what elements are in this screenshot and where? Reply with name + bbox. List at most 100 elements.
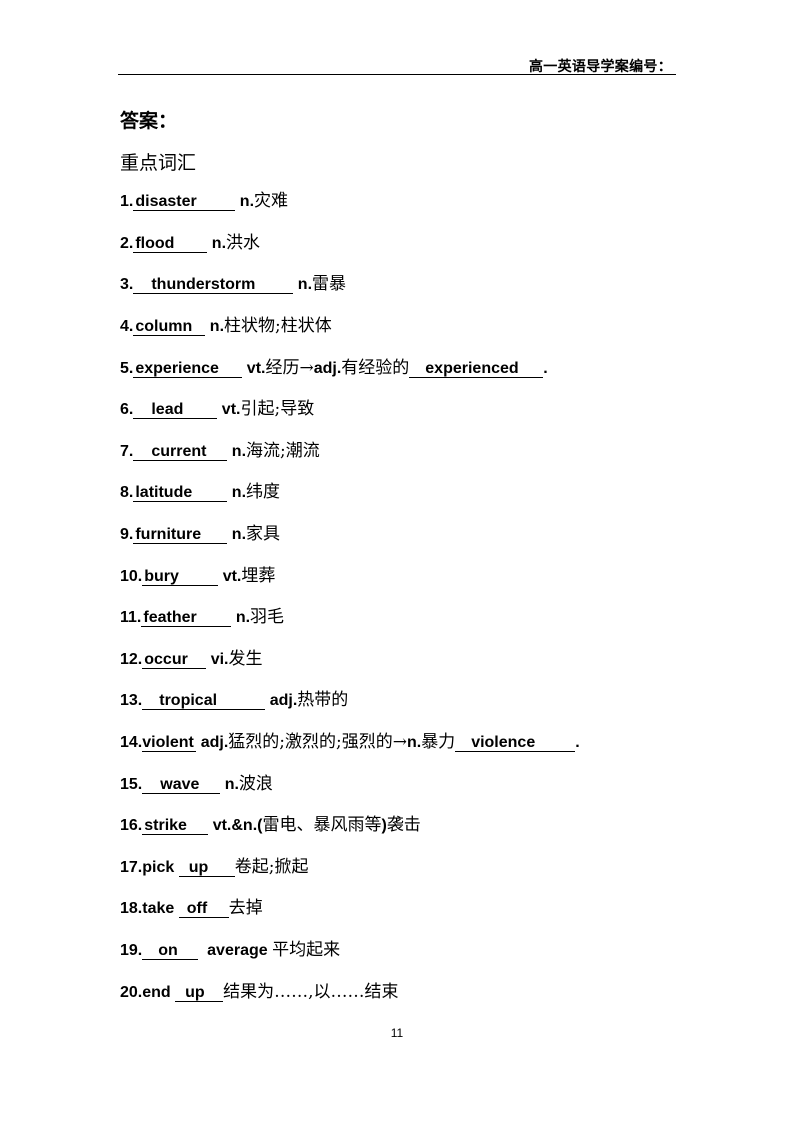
answer-blank: flood — [133, 235, 208, 253]
answer-blank: latitude — [133, 484, 228, 502]
meaning: 家具 — [246, 524, 281, 544]
item-number: 1. — [120, 193, 134, 210]
derived-part-of-speech: n. — [406, 734, 422, 751]
vocab-item: 7. current n.海流;潮流 — [120, 441, 320, 462]
part-of-speech: vt. — [222, 568, 242, 585]
item-number: 19. — [120, 942, 143, 959]
answer-text: off — [186, 900, 208, 917]
item-number: 18. — [120, 900, 143, 917]
header-title: 高一英语导学案编号： — [529, 59, 672, 75]
meaning: 海流;潮流 — [246, 441, 320, 461]
answer-blank: feather — [141, 609, 232, 627]
vocab-heading: 重点词汇 — [120, 152, 197, 174]
meaning: 引起;导致 — [240, 399, 315, 419]
phrase-word: average — [207, 942, 268, 959]
vocab-item: 12. occur vi.发生 — [120, 649, 263, 670]
answers-heading: 答案： — [120, 110, 178, 132]
vocab-item: 6. lead vt.引起;导致 — [120, 399, 314, 420]
item-number: 8. — [120, 484, 134, 501]
vocab-item: 8. latitude n.纬度 — [120, 482, 280, 503]
meaning: 经历→ — [265, 358, 314, 378]
part-of-speech: n. — [297, 276, 313, 293]
meaning: 柱状物;柱状体 — [224, 316, 332, 336]
item-number: 2. — [120, 235, 134, 252]
derived-answer-blank: experienced — [409, 360, 544, 378]
answer-blank: off — [178, 900, 229, 918]
phrase-word: end — [142, 984, 171, 1001]
derived-answer-blank: violence — [455, 734, 576, 752]
meaning: 去掉 — [228, 898, 263, 918]
derived-answer-text: violence — [471, 734, 536, 751]
answer-text: bury — [144, 568, 179, 585]
derived-meaning: 有经验的 — [341, 358, 410, 378]
answer-text: furniture — [135, 526, 202, 543]
part-of-speech: vt. — [221, 401, 241, 418]
answer-text: occur — [144, 651, 188, 668]
vocab-item: 16. strike vt.&n.(雷电、暴风雨等)袭击 — [120, 815, 421, 836]
derived-part-of-speech: adj. — [313, 360, 342, 377]
answer-blank: column — [133, 318, 206, 336]
answer-text: column — [135, 318, 193, 335]
answer-text: latitude — [135, 484, 193, 501]
item-number: 7. — [120, 443, 134, 460]
vocab-item: 13. tropical adj.热带的 — [120, 690, 348, 711]
meaning: 雷电、暴风雨等 — [262, 815, 382, 835]
answer-blank: violent — [142, 734, 197, 752]
phrase-word: pick — [142, 859, 175, 876]
part-of-speech: n. — [231, 484, 247, 501]
vocab-item: 11. feather n.羽毛 — [120, 607, 284, 628]
answer-blank: furniture — [133, 526, 228, 544]
period: . — [543, 360, 548, 377]
part-of-speech: n. — [211, 235, 227, 252]
part-of-speech: n. — [224, 776, 239, 793]
meaning: 羽毛 — [250, 607, 285, 627]
item-number: 14. — [120, 734, 143, 751]
meaning: 雷暴 — [312, 274, 347, 294]
answer-blank: wave — [142, 776, 221, 794]
part-of-speech: adj. — [200, 734, 229, 751]
vocab-item: 20.end up 结果为……,以……结束 — [120, 982, 399, 1003]
answer-blank: lead — [133, 401, 218, 419]
item-number: 11. — [120, 609, 142, 626]
item-number: 16. — [120, 817, 143, 834]
answer-blank: occur — [142, 651, 207, 669]
answer-blank: thunderstorm — [133, 276, 294, 294]
meaning: 结果为……,以……结束 — [223, 982, 399, 1002]
answer-text: tropical — [159, 692, 218, 709]
part-of-speech: vt.&n.( — [212, 817, 263, 834]
item-number: 12. — [120, 651, 143, 668]
answer-blank: on — [142, 942, 199, 960]
item-number: 20. — [120, 984, 143, 1001]
vocab-item: 3. thunderstorm n.雷暴 — [120, 274, 346, 295]
vocab-item: 10. bury vt.埋葬 — [120, 566, 275, 587]
vocab-item: 17.pick up 卷起;掀起 — [120, 857, 308, 878]
part-of-speech: vt. — [246, 360, 266, 377]
vocab-item: 19. on average 平均起来 — [120, 940, 340, 961]
vocab-item: 14.violent adj.猛烈的;激烈的;强烈的→n.暴力 violence. — [120, 732, 580, 753]
answer-text: feather — [143, 609, 197, 626]
page-number: 11 — [390, 1026, 404, 1040]
answer-blank: strike — [142, 817, 209, 835]
meaning: 洪水 — [226, 233, 261, 253]
item-number: 5. — [120, 360, 134, 377]
answer-blank: experience — [133, 360, 243, 378]
meaning: 热带的 — [297, 690, 349, 710]
meaning: 发生 — [228, 649, 263, 669]
vocab-item: 18.take off 去掉 — [120, 898, 263, 919]
answer-text: lead — [151, 401, 184, 418]
part-of-speech: n. — [231, 526, 247, 543]
answer-blank: current — [133, 443, 228, 461]
item-number: 6. — [120, 401, 134, 418]
meaning: 猛烈的;激烈的;强烈的→ — [228, 732, 407, 752]
meaning: 纬度 — [246, 482, 281, 502]
answer-text: disaster — [135, 193, 197, 210]
item-number: 4. — [120, 318, 134, 335]
answer-text: current — [151, 443, 207, 460]
answer-text: strike — [144, 817, 187, 834]
item-number: 17. — [120, 859, 143, 876]
vocab-item: 4. column n.柱状物;柱状体 — [120, 316, 332, 337]
meaning: 袭击 — [386, 815, 421, 835]
answer-text: violent — [142, 734, 194, 751]
period: . — [575, 734, 580, 751]
answer-blank: disaster — [133, 193, 236, 211]
